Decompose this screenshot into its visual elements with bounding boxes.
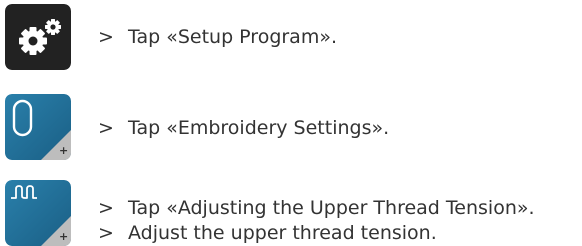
step-arrow: > bbox=[98, 26, 114, 48]
gear-icon bbox=[5, 4, 71, 70]
svg-text:+: + bbox=[59, 144, 68, 157]
tension-wave-icon: + bbox=[5, 180, 71, 246]
svg-text:+: + bbox=[59, 230, 68, 243]
step-text: Tap «Embroidery Settings». bbox=[128, 117, 390, 139]
step-arrow: > bbox=[98, 117, 114, 139]
step-text: Tap «Setup Program». bbox=[128, 26, 337, 48]
step-tap-setup-program: > Tap «Setup Program». bbox=[98, 25, 337, 49]
setup-program-button[interactable] bbox=[5, 4, 71, 70]
hoop-icon: + bbox=[5, 94, 71, 160]
step-adjust-tension: > Adjust the upper thread tension. bbox=[98, 221, 437, 245]
upper-thread-tension-button[interactable]: + bbox=[5, 180, 71, 246]
step-tap-embroidery-settings: > Tap «Embroidery Settings». bbox=[98, 116, 389, 140]
step-arrow: > bbox=[98, 197, 114, 219]
step-arrow: > bbox=[98, 222, 114, 244]
step-text: Tap «Adjusting the Upper Thread Tension»… bbox=[128, 197, 535, 219]
embroidery-settings-button[interactable]: + bbox=[5, 94, 71, 160]
step-tap-upper-thread-tension: > Tap «Adjusting the Upper Thread Tension… bbox=[98, 196, 535, 220]
step-text: Adjust the upper thread tension. bbox=[128, 222, 437, 244]
